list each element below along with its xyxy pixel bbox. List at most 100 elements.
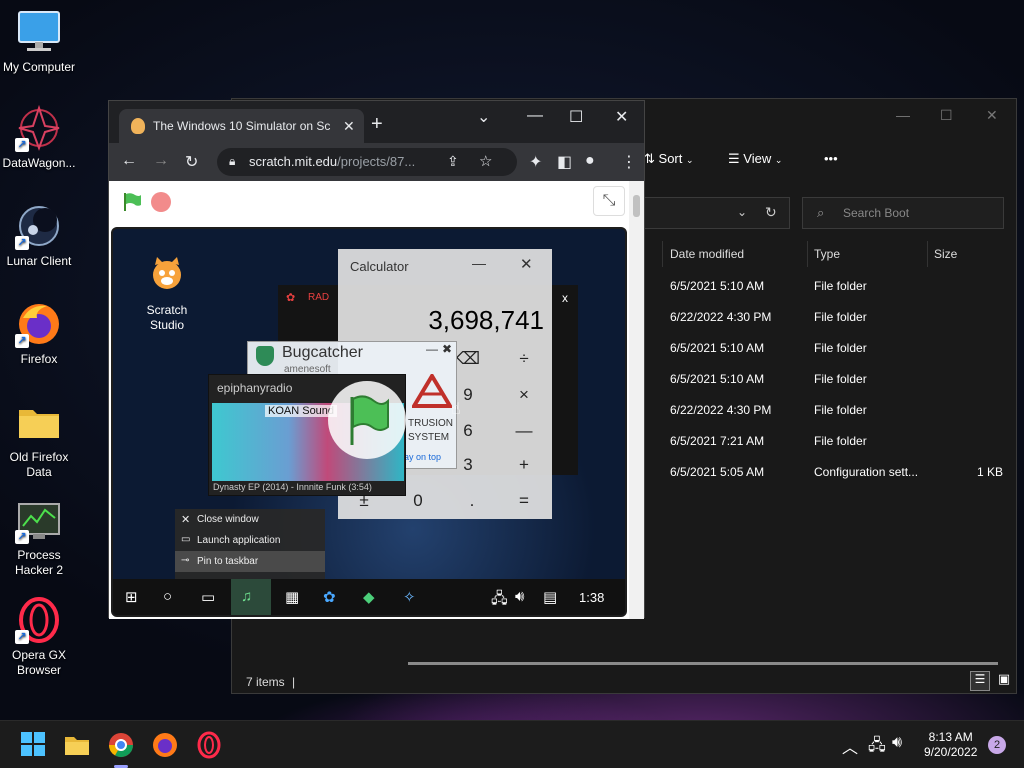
stay-on-top-link[interactable]: ay on top [404, 452, 441, 462]
side-panel-icon[interactable]: ◧ [557, 152, 572, 172]
file-explorer-taskbar-button[interactable] [63, 731, 91, 759]
music-app-icon[interactable]: ♫ [231, 579, 271, 615]
desktop-icon-process-hacker[interactable]: ↗ Process Hacker 2 [0, 496, 78, 578]
desktop-icon-old-firefox-data[interactable]: Old Firefox Data [0, 398, 78, 480]
close-tab-icon[interactable]: ✕ [343, 118, 355, 135]
close-button[interactable]: ✖ [442, 342, 452, 356]
reload-icon[interactable]: ↻ [185, 152, 198, 172]
desktop-icon-my-computer[interactable]: My Computer [0, 8, 78, 75]
bookmark-star-icon[interactable]: ☆ [479, 152, 492, 170]
close-button[interactable]: ✕ [986, 107, 998, 124]
vertical-scrollbar[interactable] [629, 181, 644, 619]
station-label: KOAN Sound [265, 405, 338, 417]
minimize-button[interactable]: — [896, 107, 910, 123]
close-icon[interactable]: x [562, 291, 568, 305]
shortcut-arrow-icon: ↗ [15, 530, 29, 544]
tiles-view-icon[interactable]: ▣ [994, 671, 1014, 691]
decimal-key[interactable]: . [452, 491, 492, 511]
minimize-button[interactable]: — [472, 255, 486, 271]
bugcatcher-app-icon[interactable]: ◆ [363, 588, 375, 606]
volume-icon[interactable]: 🔊︎ [515, 588, 524, 605]
network-icon[interactable]: 🖧︎ [868, 734, 886, 761]
equals-key[interactable]: = [504, 491, 544, 511]
cortana-icon[interactable]: ○ [163, 588, 172, 605]
start-button[interactable] [20, 731, 48, 759]
multiply-key[interactable]: × [504, 385, 544, 405]
radar-app-icon[interactable]: ✿ [323, 588, 336, 606]
chevron-down-icon[interactable]: ⌄ [477, 107, 490, 127]
simulated-clock: 1:38 [579, 590, 605, 605]
network-icon[interactable]: 🖧︎ [491, 588, 508, 613]
column-divider[interactable] [807, 241, 808, 267]
minimize-button[interactable]: — [426, 342, 438, 356]
back-icon[interactable]: ← [121, 152, 137, 170]
plus-key[interactable]: + [504, 455, 544, 475]
scratch-stage[interactable]: Scratch Studio ✿ RAD x Calculator — ✕ 3,… [111, 227, 627, 617]
forward-icon[interactable]: → [153, 152, 169, 170]
notification-badge[interactable]: 2 [988, 736, 1006, 754]
desktop-icon-firefox[interactable]: ↗ Firefox [0, 300, 78, 367]
chrome-taskbar-button[interactable] [107, 731, 135, 759]
desktop-icon-label: DataWagon... [2, 156, 76, 170]
extensions-icon[interactable]: ✦ [529, 152, 542, 172]
address-bar[interactable]: 🔒︎ scratch.mit.edu/projects/87... ⇪ ☆ [217, 148, 517, 176]
sort-button[interactable]: ⇅ Sort ⌄ [644, 151, 694, 167]
maximize-button[interactable]: ☐ [569, 107, 583, 127]
column-header-type[interactable]: Type [814, 247, 840, 261]
chevron-up-icon[interactable]: ︿ [842, 734, 858, 758]
windows-start-icon[interactable]: ⊞ [125, 588, 138, 606]
intrusion-logo-icon [410, 372, 454, 413]
clock[interactable]: 8:13 AM 9/20/2022 [924, 730, 977, 760]
firefox-taskbar-button[interactable] [151, 731, 179, 759]
date-cell: 6/22/2022 4:30 PM [670, 403, 772, 417]
context-menu-item[interactable]: ⊸ Pin to taskbar [175, 551, 325, 572]
context-menu-item[interactable]: ✕ Close window [175, 509, 325, 530]
close-button[interactable]: ✕ [615, 107, 628, 127]
chevron-down-icon: ⌄ [774, 155, 783, 165]
desktop-icon-datawagon[interactable]: ↗ DataWagon... [0, 104, 78, 171]
lightbulb-app-icon[interactable]: ✧ [403, 588, 416, 606]
view-button[interactable]: ☰ View ⌄ [728, 151, 782, 167]
calculator-app-icon[interactable]: ▦ [285, 588, 299, 606]
minus-key[interactable]: — [504, 421, 544, 441]
refresh-icon[interactable]: ↻ [765, 204, 777, 221]
chevron-down-icon[interactable]: ⌄ [737, 205, 747, 219]
divide-key[interactable]: ÷ [504, 349, 544, 369]
column-header-date[interactable]: Date modified [670, 247, 744, 261]
address-bar[interactable]: ⌄ ↻ [632, 197, 790, 229]
desktop-icon-opera-gx[interactable]: ↗ Opera GX Browser [0, 596, 78, 678]
stop-icon[interactable] [151, 192, 171, 212]
opera-gx-taskbar-button[interactable] [195, 731, 223, 759]
search-input[interactable]: ⌕ Search Boot [802, 197, 1004, 229]
column-divider[interactable] [927, 241, 928, 267]
desktop-icon-lunar-client[interactable]: ↗ Lunar Client [0, 202, 78, 269]
minimize-button[interactable]: — [527, 107, 543, 125]
close-button[interactable]: ✕ [520, 255, 533, 273]
notification-icon[interactable]: ▤ [543, 588, 557, 606]
clock-time: 8:13 AM [928, 730, 973, 744]
exit-fullscreen-icon[interactable]: ⤡ [593, 186, 625, 216]
maximize-button[interactable]: ☐ [940, 107, 953, 124]
chrome-window[interactable]: The Windows 10 Simulator on Sc ✕ + ⌄ — ☐… [108, 100, 645, 619]
volume-icon[interactable]: 🔊︎ [892, 734, 902, 752]
firefox-icon [153, 733, 177, 757]
date-cell: 6/22/2022 4:30 PM [670, 310, 772, 324]
browser-tab[interactable]: The Windows 10 Simulator on Sc ✕ [119, 109, 364, 143]
chevron-down-icon: ⌄ [686, 155, 694, 165]
desktop-icon-label: Old Firefox Data [9, 450, 69, 479]
profile-icon[interactable]: ● [585, 152, 595, 170]
menu-kebab-icon[interactable]: ⋮ [621, 152, 637, 172]
column-divider[interactable] [662, 241, 663, 267]
share-icon[interactable]: ⇪ [447, 153, 459, 170]
green-flag-overlay[interactable] [328, 381, 406, 459]
context-menu-item[interactable]: ▭ Launch application [175, 530, 325, 551]
column-header-size[interactable]: Size [934, 247, 957, 261]
horizontal-scrollbar[interactable] [408, 662, 998, 665]
more-options-button[interactable]: ••• [824, 151, 838, 166]
new-tab-button[interactable]: + [371, 113, 383, 136]
details-view-icon[interactable]: ☰ [970, 671, 990, 691]
task-view-icon[interactable]: ▭ [201, 588, 215, 606]
green-flag-icon[interactable] [121, 191, 143, 218]
scrollbar-thumb[interactable] [633, 195, 640, 217]
scratch-cat-icon[interactable] [143, 257, 191, 297]
